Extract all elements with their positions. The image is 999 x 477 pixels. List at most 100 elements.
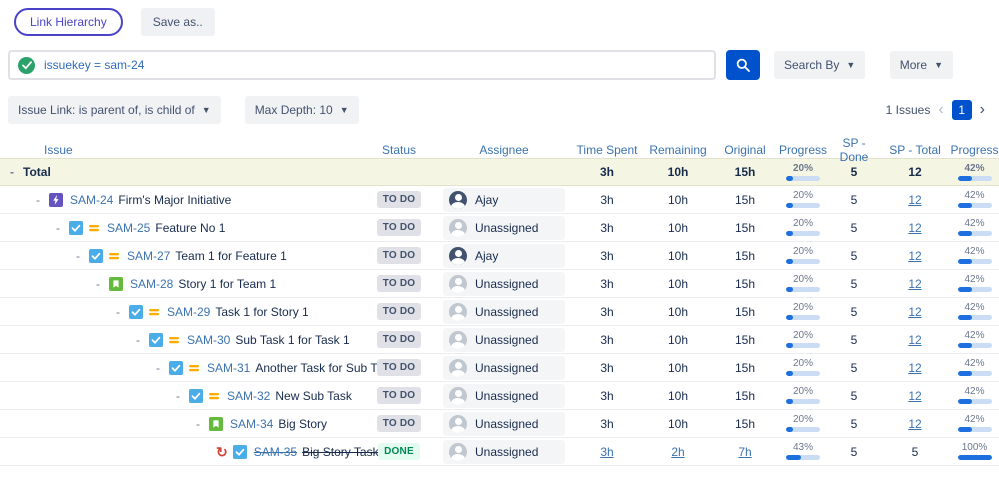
sp-done-value: 5 [851, 305, 858, 319]
sp-progress-bar [958, 231, 992, 236]
column-header-status[interactable]: Status [360, 143, 438, 157]
collapse-toggle[interactable]: - [10, 165, 14, 179]
chevron-left-icon[interactable]: ‹ [938, 102, 943, 118]
avatar [449, 219, 467, 237]
chevron-down-icon: ▼ [202, 105, 211, 115]
column-header-sp-total[interactable]: SP - Total [880, 143, 950, 157]
issue-link-label: Issue Link: is parent of, is child of [18, 103, 195, 117]
status-badge: TO DO [377, 359, 421, 376]
collapse-toggle[interactable]: - [136, 333, 140, 347]
column-header-time-spent[interactable]: Time Spent [570, 143, 644, 157]
original-value: 15h [735, 277, 755, 291]
save-as-button[interactable]: Save as.. [141, 8, 215, 36]
remaining-value[interactable]: 2h [671, 445, 684, 459]
sp-total-value[interactable]: 12 [908, 389, 921, 403]
sp-progress-bar [958, 203, 992, 208]
collapse-toggle[interactable]: - [176, 389, 180, 403]
more-dropdown[interactable]: More ▼ [890, 51, 953, 79]
chevron-down-icon: ▼ [934, 60, 943, 70]
sp-total-value[interactable]: 12 [908, 333, 921, 347]
time-spent-value[interactable]: 3h [600, 445, 613, 459]
task-icon [189, 389, 203, 403]
column-header-issue[interactable]: Issue [0, 143, 360, 157]
sp-total-value[interactable]: 12 [908, 277, 921, 291]
assignee-name: Ajay [475, 193, 498, 207]
search-button[interactable] [726, 50, 760, 80]
assignee-name: Unassigned [475, 221, 538, 235]
sp-progress-bar [958, 176, 992, 181]
sp-total-value[interactable]: 12 [908, 193, 921, 207]
priority-medium-icon [208, 390, 220, 402]
time-progress: 20% [778, 331, 828, 348]
chevron-right-icon[interactable]: › [980, 102, 985, 118]
link-hierarchy-button[interactable]: Link Hierarchy [14, 8, 123, 36]
assignee-name: Ajay [475, 249, 498, 263]
max-depth-dropdown[interactable]: Max Depth: 10 ▼ [245, 96, 359, 124]
issue-key-link[interactable]: SAM-29 [167, 305, 210, 319]
search-bar: issuekey = sam-24 Search By ▼ More ▼ [8, 50, 991, 80]
remaining-value: 10h [668, 417, 688, 431]
issue-key-link[interactable]: SAM-27 [127, 249, 170, 263]
time-progress-label: 20% [793, 219, 813, 229]
time-spent-value: 3h [600, 333, 613, 347]
sp-done-value: 5 [851, 193, 858, 207]
time-spent-value: 3h [600, 305, 613, 319]
issue-key-link[interactable]: SAM-25 [107, 221, 150, 235]
original-value[interactable]: 7h [738, 445, 751, 459]
search-by-label: Search By [784, 58, 839, 72]
search-by-dropdown[interactable]: Search By ▼ [774, 51, 865, 79]
time-progress: 20% [778, 164, 828, 181]
column-header-sp-done[interactable]: SP - Done [828, 136, 880, 164]
sp-done-value: 5 [851, 277, 858, 291]
collapse-toggle[interactable]: - [116, 305, 120, 319]
time-progress: 20% [778, 303, 828, 320]
avatar [449, 359, 467, 377]
status-badge: TO DO [377, 219, 421, 236]
column-header-assignee[interactable]: Assignee [438, 143, 570, 157]
issue-summary: Firm's Major Initiative [118, 193, 231, 207]
sp-total-value[interactable]: 12 [908, 249, 921, 263]
current-page-button[interactable]: 1 [952, 100, 972, 120]
issue-key-link[interactable]: SAM-28 [130, 277, 173, 291]
issue-summary: Team 1 for Feature 1 [175, 249, 286, 263]
issue-summary: Sub Task 1 for Task 1 [235, 333, 349, 347]
sp-total-value[interactable]: 12 [908, 221, 921, 235]
avatar [449, 191, 467, 209]
time-progress-bar [786, 455, 820, 460]
status-badge: TO DO [377, 303, 421, 320]
remaining-value: 10h [668, 333, 688, 347]
time-spent-value: 3h [600, 165, 614, 179]
column-header-progress[interactable]: Progress [778, 143, 828, 157]
issue-link-dropdown[interactable]: Issue Link: is parent of, is child of ▼ [8, 96, 221, 124]
jql-search-input[interactable]: issuekey = sam-24 [8, 50, 716, 80]
assignee-name: Unassigned [475, 445, 538, 459]
collapse-toggle[interactable]: - [96, 277, 100, 291]
sp-progress-bar [958, 399, 992, 404]
collapse-toggle[interactable]: - [156, 361, 160, 375]
issue-key-link[interactable]: SAM-24 [70, 193, 113, 207]
issue-key-link[interactable]: SAM-30 [187, 333, 230, 347]
issue-row: -SAM-32New Sub TaskTO DOUnassigned3h10h1… [0, 382, 999, 410]
search-icon [735, 57, 751, 73]
collapse-toggle[interactable]: - [76, 249, 80, 263]
time-progress-bar [786, 315, 820, 320]
issue-row: -SAM-34Big StoryTO DOUnassigned3h10h15h2… [0, 410, 999, 438]
remaining-value: 10h [668, 305, 688, 319]
collapse-toggle[interactable]: - [196, 417, 200, 431]
sp-total-value[interactable]: 12 [908, 417, 921, 431]
toolbar: Link Hierarchy Save as.. [0, 0, 999, 36]
sp-total-value[interactable]: 12 [908, 361, 921, 375]
sp-total-value[interactable]: 12 [908, 305, 921, 319]
issue-key-link[interactable]: SAM-34 [230, 417, 273, 431]
issue-key-link[interactable]: SAM-35 [254, 445, 297, 459]
issue-summary: Story 1 for Team 1 [178, 277, 276, 291]
column-header-original[interactable]: Original [712, 143, 778, 157]
collapse-toggle[interactable]: - [36, 193, 40, 207]
issue-key-link[interactable]: SAM-31 [207, 361, 250, 375]
issue-key-link[interactable]: SAM-32 [227, 389, 270, 403]
issue-row: -SAM-28Story 1 for Team 1TO DOUnassigned… [0, 270, 999, 298]
remaining-value: 10h [668, 249, 688, 263]
collapse-toggle[interactable]: - [56, 221, 60, 235]
column-header-remaining[interactable]: Remaining [644, 143, 712, 157]
column-header-progress[interactable]: Progress [950, 143, 999, 157]
